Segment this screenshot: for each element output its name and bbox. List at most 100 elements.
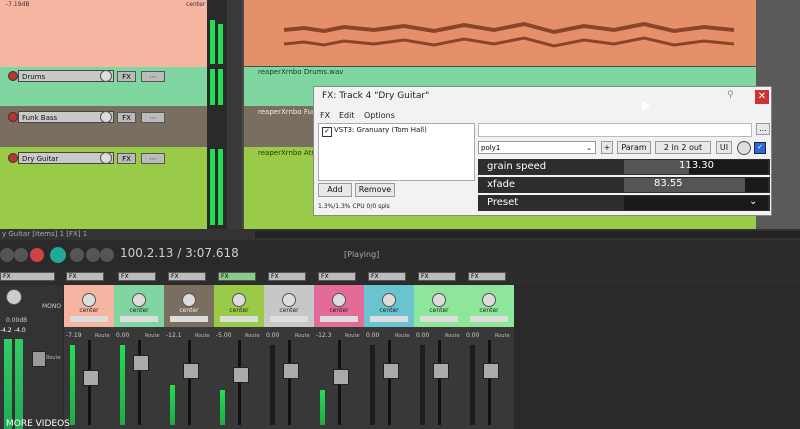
strip-slot[interactable] [70, 316, 108, 322]
mixer-strip-3[interactable]: center -12.1 Route [164, 285, 214, 429]
menu-edit[interactable]: Edit [339, 111, 355, 120]
play-button[interactable] [50, 247, 66, 263]
master-fx-button[interactable]: FX [0, 272, 55, 281]
mixer-strip-6[interactable]: center -12.3 Route [314, 285, 364, 429]
record-button[interactable] [30, 248, 44, 262]
add-preset-button[interactable]: + [601, 141, 613, 154]
param-slider[interactable]: 83.55 [624, 178, 768, 192]
horizontal-scrollbar[interactable] [255, 231, 800, 238]
strip-slot[interactable] [170, 316, 208, 322]
wet-knob[interactable] [737, 141, 751, 155]
volume-knob[interactable] [100, 70, 112, 82]
go-to-start-button[interactable] [0, 248, 14, 262]
envelope-button[interactable]: ⋯ [141, 112, 165, 123]
strip-fx-button[interactable]: FX [218, 272, 256, 281]
ui-button[interactable]: UI [716, 141, 732, 154]
bypass-checkbox[interactable]: ✓ [754, 142, 766, 154]
pan-knob[interactable] [182, 293, 196, 307]
volume-fader[interactable] [283, 363, 299, 379]
record-arm-button[interactable] [8, 153, 18, 163]
plugin-name[interactable]: VST3: Granuary (Tom Hall) [334, 126, 427, 134]
more-videos-overlay[interactable]: MORE VIDEOS [6, 419, 70, 429]
remove-button[interactable]: Remove [355, 183, 395, 197]
master-fader[interactable] [32, 351, 46, 367]
volume-fader[interactable] [233, 367, 249, 383]
mixer-strip-8[interactable]: center 0.00 Route [414, 285, 464, 429]
mixer-strip-7[interactable]: center 0.00 Route [364, 285, 414, 429]
route-button[interactable]: Route [295, 333, 310, 339]
preset-dropdown[interactable]: poly1 ⌄ [478, 141, 596, 154]
route-button[interactable]: Route [95, 333, 110, 339]
preset-param-dropdown[interactable]: ⌄ [624, 196, 768, 210]
route-button[interactable]: Route [395, 333, 410, 339]
param-button[interactable]: Param [617, 141, 651, 154]
strip-fx-button[interactable]: FX [66, 272, 104, 281]
add-button[interactable]: Add [318, 183, 352, 197]
track-row-funk-bass[interactable]: Funk Bass FX ⋯ [0, 106, 207, 147]
rewind-button[interactable] [14, 248, 28, 262]
close-button[interactable]: ✕ [755, 90, 769, 104]
menu-options[interactable]: Options [364, 111, 395, 120]
strip-slot[interactable] [470, 316, 508, 322]
pan-knob[interactable] [332, 293, 346, 307]
strip-fx-button[interactable]: FX [268, 272, 306, 281]
volume-knob[interactable] [100, 152, 112, 164]
pan-knob[interactable] [382, 293, 396, 307]
strip-slot[interactable] [370, 316, 408, 322]
strip-slot[interactable] [420, 316, 458, 322]
route-button[interactable]: Route [495, 333, 510, 339]
pin-icon[interactable]: ⚲ [727, 90, 734, 100]
strip-fx-button[interactable]: FX [168, 272, 206, 281]
stop-button[interactable] [86, 248, 100, 262]
master-strip[interactable]: MONO 0.00dB -4.2 -4.0 Route [0, 285, 63, 429]
fx-button[interactable]: FX [117, 71, 136, 82]
pan-knob[interactable] [482, 293, 496, 307]
volume-knob[interactable] [100, 111, 112, 123]
pan-knob[interactable] [132, 293, 146, 307]
track-mini-buttons[interactable] [227, 0, 242, 229]
strip-fx-button[interactable]: FX [418, 272, 456, 281]
repeat-button[interactable] [70, 248, 84, 262]
mixer-strip-9[interactable]: center 0.00 Route [464, 285, 514, 429]
strip-slot[interactable] [120, 316, 158, 322]
strip-fx-button[interactable]: FX [318, 272, 356, 281]
param-row-grain-speed[interactable]: grain speed 113.30 [478, 159, 770, 175]
io-routing-button[interactable]: 2 in 2 out [655, 141, 711, 154]
volume-fader[interactable] [433, 363, 449, 379]
fx-button[interactable]: FX [117, 112, 136, 123]
volume-fader[interactable] [183, 363, 199, 379]
pan-knob[interactable] [432, 293, 446, 307]
master-mono-label[interactable]: MONO [42, 303, 61, 310]
mixer-strip-1[interactable]: center -7.19 Route [64, 285, 114, 429]
envelope-button[interactable]: ⋯ [141, 71, 165, 82]
param-row-xfade[interactable]: xfade 83.55 [478, 177, 770, 193]
mixer-strip-2[interactable]: center 0.00 Route [114, 285, 164, 429]
pan-knob[interactable] [282, 293, 296, 307]
volume-fader[interactable] [333, 369, 349, 385]
volume-fader[interactable] [483, 363, 499, 379]
mixer-strip-5[interactable]: center 0.00 Route [264, 285, 314, 429]
fx-button[interactable]: FX [117, 153, 136, 164]
strip-fx-button[interactable]: FX [368, 272, 406, 281]
track-row-drums[interactable]: Drums FX ⋯ [0, 67, 207, 106]
volume-fader[interactable] [133, 355, 149, 371]
master-pan-knob[interactable] [6, 289, 22, 305]
route-button[interactable]: Route [345, 333, 360, 339]
strip-slot[interactable] [220, 316, 258, 322]
route-button[interactable]: Route [145, 333, 160, 339]
strip-fx-button[interactable]: FX [468, 272, 506, 281]
more-button[interactable]: ... [756, 123, 770, 135]
volume-fader[interactable] [83, 370, 99, 386]
track-row-dry-guitar[interactable]: Dry Guitar FX ⋯ [0, 147, 207, 229]
pan-knob[interactable] [232, 293, 246, 307]
route-button[interactable]: Route [245, 333, 260, 339]
envelope-button[interactable]: ⋯ [141, 153, 165, 164]
pause-button[interactable] [100, 248, 114, 262]
menu-fx[interactable]: FX [320, 111, 330, 120]
fx-chain-list[interactable]: ✓ VST3: Granuary (Tom Hall) [318, 123, 475, 181]
route-button[interactable]: Route [195, 333, 210, 339]
plugin-enable-checkbox[interactable]: ✓ [322, 127, 332, 137]
strip-slot[interactable] [270, 316, 308, 322]
pan-knob[interactable] [82, 293, 96, 307]
mixer-strip-4[interactable]: center -5.00 Route [214, 285, 264, 429]
